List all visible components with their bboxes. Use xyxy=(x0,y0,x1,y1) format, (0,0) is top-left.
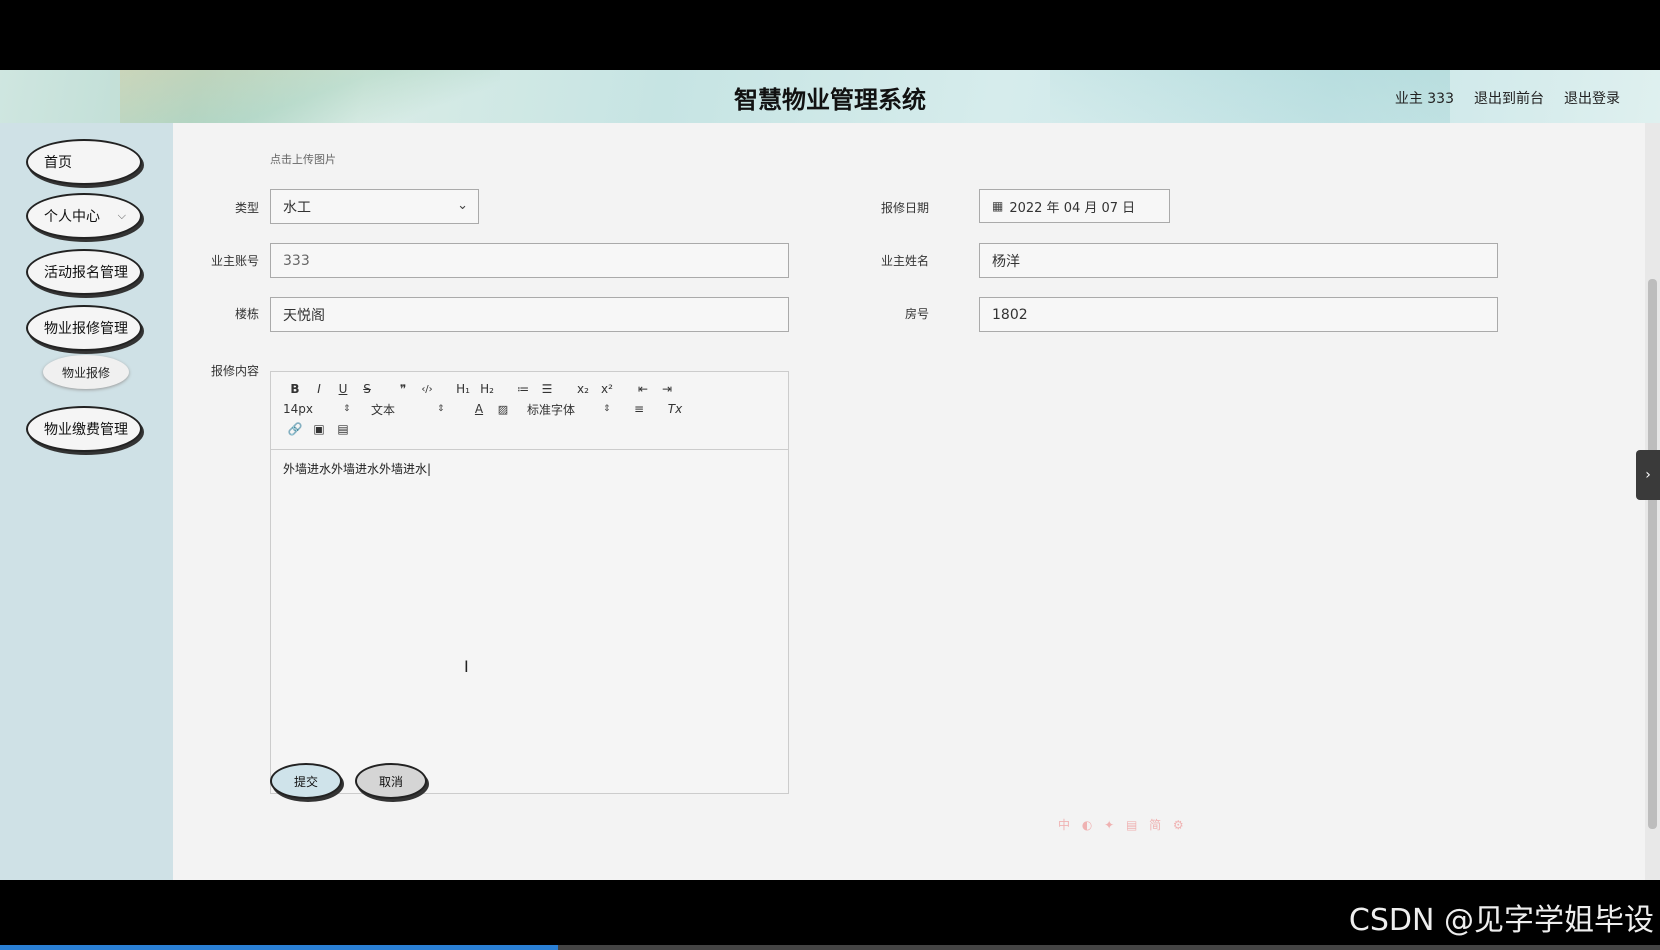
ordered-list-button[interactable]: ≔ xyxy=(511,380,535,398)
room-label: 房号 xyxy=(904,307,929,321)
date-value: 2022 年 04 月 07 日 xyxy=(1009,200,1136,216)
header-picker-value: 文本 xyxy=(371,402,396,417)
superscript-button[interactable]: x² xyxy=(595,380,619,398)
building-value: 天悦阁 xyxy=(283,307,325,324)
chevron-down-icon: ⌄ xyxy=(457,198,468,213)
toolbar-row: 🔗 ▣ ▤ xyxy=(283,420,355,438)
toolbar-row: B I U S ❞ ‹/› H₁ H₂ ≔ ☰ x₂ x² ⇤ ⇥ xyxy=(283,380,679,398)
owner-name-value: 杨洋 xyxy=(992,253,1020,270)
ime-toolbar: 中 ◐ ✦ ▤ 简 ⚙ xyxy=(1058,818,1188,832)
h2-button[interactable]: H₂ xyxy=(475,380,499,398)
h1-button[interactable]: H₁ xyxy=(451,380,475,398)
background-color-icon[interactable]: ▨ xyxy=(491,400,515,418)
header-picker[interactable]: 文本 ⇕ xyxy=(371,401,455,418)
sidebar-item-repair-management[interactable]: 物业报修管理 xyxy=(26,305,142,351)
repair-date-field[interactable]: ▦ 2022 年 04 月 07 日 xyxy=(979,189,1170,223)
bold-button[interactable]: B xyxy=(283,380,307,398)
account-label: 业主账号 xyxy=(210,254,259,268)
video-icon[interactable]: ▤ xyxy=(331,420,355,438)
video-progress-fill xyxy=(0,945,558,950)
clear-format-icon[interactable]: Tx xyxy=(663,400,687,418)
sidebar-item-label: 物业报修 xyxy=(61,365,110,380)
chevron-down-icon: ⌵ xyxy=(117,209,126,222)
upload-image-link[interactable]: 点击上传图片 xyxy=(270,151,336,167)
updown-icon: ⇕ xyxy=(603,404,611,414)
bullet-list-button[interactable]: ☰ xyxy=(535,380,559,398)
account-field[interactable]: 333 xyxy=(270,243,789,278)
type-value: 水工 xyxy=(283,199,311,216)
top-header: 智慧物业管理系统 业主 333 退出到前台 退出登录 xyxy=(0,70,1660,123)
date-label: 报修日期 xyxy=(880,201,929,215)
sidebar-item-label: 活动报名管理 xyxy=(44,265,128,281)
font-family-value: 标准字体 xyxy=(527,402,576,417)
sidebar-item-label: 物业报修管理 xyxy=(44,321,128,337)
font-size-picker[interactable]: 14px ⇕ xyxy=(283,402,359,416)
text-cursor: | xyxy=(427,462,432,476)
user-label: 业主 333 xyxy=(1394,91,1454,107)
sidebar-item-fee-management[interactable]: 物业缴费管理 xyxy=(26,406,142,452)
align-left-icon[interactable]: ≡ xyxy=(627,400,651,418)
indent-button[interactable]: ⇥ xyxy=(655,380,679,398)
room-field[interactable]: 1802 xyxy=(979,297,1498,332)
owner-name-field[interactable]: 杨洋 xyxy=(979,243,1498,278)
sidebar-item-label: 首页 xyxy=(44,155,72,171)
sidebar-subitem-repair[interactable]: 物业报修 xyxy=(43,355,129,389)
submit-button[interactable]: 提交 xyxy=(270,763,342,799)
building-field[interactable]: 天悦阁 xyxy=(270,297,789,332)
sidebar-item-home[interactable]: 首页 xyxy=(26,139,142,185)
link-icon[interactable]: 🔗 xyxy=(283,420,307,438)
video-progress-bar[interactable] xyxy=(0,945,1660,950)
room-value: 1802 xyxy=(992,306,1028,323)
header-links: 业主 333 退出到前台 退出登录 xyxy=(1395,88,1620,108)
scrollbar-thumb[interactable] xyxy=(1648,279,1657,829)
strike-button[interactable]: S xyxy=(355,380,379,398)
building-label: 楼栋 xyxy=(234,307,259,321)
italic-button[interactable]: I xyxy=(307,380,331,398)
type-select[interactable]: 水工 ⌄ xyxy=(270,189,479,224)
editor-content[interactable]: 外墙进水外墙进水外墙进水| xyxy=(271,450,788,487)
logout-link[interactable]: 退出登录 xyxy=(1564,88,1620,108)
content-label: 报修内容 xyxy=(210,364,259,378)
screen-frame: 智慧物业管理系统 业主 333 退出到前台 退出登录 首页 个人中心 ⌵ 活动报… xyxy=(0,0,1660,950)
outdent-button[interactable]: ⇤ xyxy=(631,380,655,398)
account-value: 333 xyxy=(283,252,310,269)
image-icon[interactable]: ▣ xyxy=(307,420,331,438)
exit-to-front-link[interactable]: 退出到前台 xyxy=(1474,88,1544,108)
sidebar: 首页 个人中心 ⌵ 活动报名管理 物业报修管理 物业报修 物业缴费管理 xyxy=(0,123,173,880)
blockquote-button[interactable]: ❞ xyxy=(391,380,415,398)
underline-button[interactable]: U xyxy=(331,380,355,398)
vertical-scrollbar[interactable] xyxy=(1645,123,1660,880)
toolbar-row: 14px ⇕ 文本 ⇕ A ▨ 标准字体 ⇕ ≡ Tx xyxy=(283,400,687,418)
font-size-value: 14px xyxy=(283,402,313,416)
chevron-right-icon[interactable]: › xyxy=(1636,450,1660,500)
code-block-button[interactable]: ‹/› xyxy=(415,380,439,398)
app-window: 智慧物业管理系统 业主 333 退出到前台 退出登录 首页 个人中心 ⌵ 活动报… xyxy=(0,70,1660,880)
type-label: 类型 xyxy=(234,201,259,215)
text-color-button[interactable]: A xyxy=(467,400,491,418)
updown-icon: ⇕ xyxy=(437,404,445,414)
owner-name-label: 业主姓名 xyxy=(880,254,929,268)
font-family-picker[interactable]: 标准字体 ⇕ xyxy=(527,401,627,418)
rich-text-editor: B I U S ❞ ‹/› H₁ H₂ ≔ ☰ x₂ x² ⇤ ⇥ 14px ⇕… xyxy=(270,371,789,794)
sidebar-item-label: 物业缴费管理 xyxy=(44,422,128,438)
editor-text: 外墙进水外墙进水外墙进水 xyxy=(283,462,428,476)
cancel-button[interactable]: 取消 xyxy=(355,763,427,799)
sidebar-item-activity-signup[interactable]: 活动报名管理 xyxy=(26,249,142,295)
editor-toolbar: B I U S ❞ ‹/› H₁ H₂ ≔ ☰ x₂ x² ⇤ ⇥ 14px ⇕… xyxy=(271,372,788,450)
sidebar-item-personal-center[interactable]: 个人中心 ⌵ xyxy=(26,193,142,239)
watermark: CSDN @见字学姐毕设 xyxy=(1348,903,1654,938)
calendar-icon: ▦ xyxy=(992,199,1004,213)
sidebar-item-label: 个人中心 xyxy=(44,209,100,225)
ibeam-cursor-icon: I xyxy=(464,657,469,676)
updown-icon: ⇕ xyxy=(343,404,351,414)
subscript-button[interactable]: x₂ xyxy=(571,380,595,398)
main-content: 点击上传图片 类型 水工 ⌄ 报修日期 ▦ 2022 年 04 月 07 日 业… xyxy=(173,123,1645,880)
